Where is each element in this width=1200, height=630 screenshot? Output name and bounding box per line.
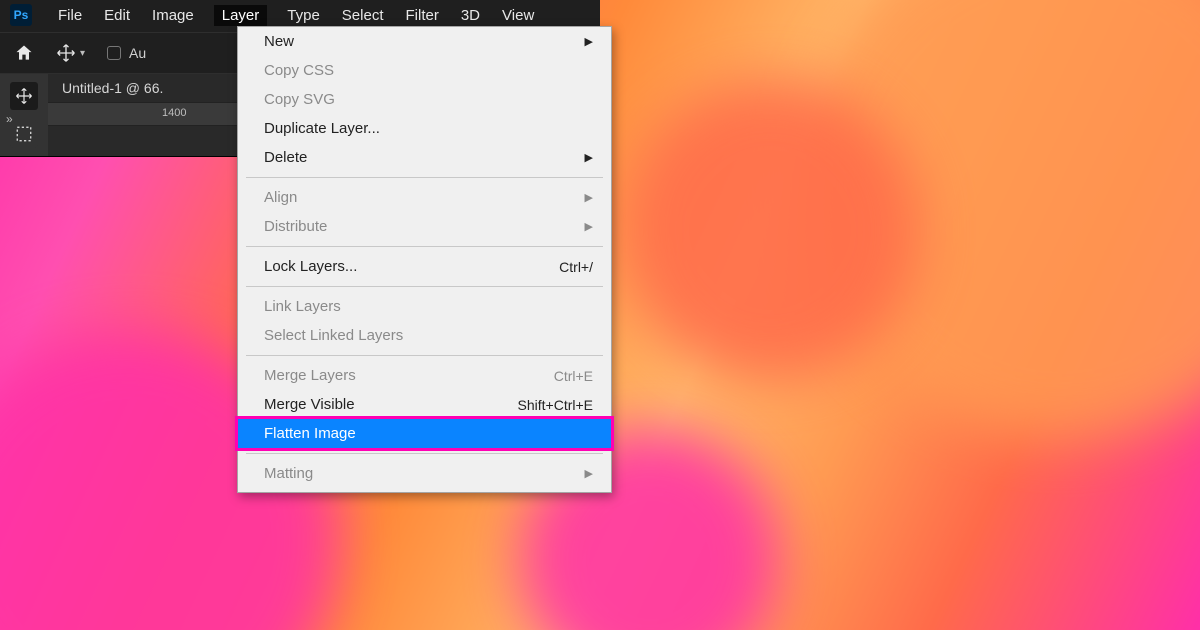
bg-blob — [620, 80, 920, 380]
move-tool-button[interactable] — [10, 82, 38, 110]
menu-separator — [246, 177, 603, 178]
menu-filter[interactable]: Filter — [404, 5, 441, 26]
menu-item-lock-layers[interactable]: Lock Layers... Ctrl+/ — [238, 252, 611, 281]
menu-image[interactable]: Image — [150, 5, 196, 26]
menu-separator — [246, 355, 603, 356]
menu-type[interactable]: Type — [285, 5, 322, 26]
menu-item-merge-layers[interactable]: Merge Layers Ctrl+E — [238, 361, 611, 390]
menu-item-link-layers[interactable]: Link Layers — [238, 292, 611, 321]
menu-item-label: Merge Visible — [264, 396, 355, 413]
menu-item-label: Copy SVG — [264, 91, 335, 108]
menu-item-label: Link Layers — [264, 298, 341, 315]
menu-layer[interactable]: Layer — [214, 5, 268, 26]
menu-separator — [246, 453, 603, 454]
auto-select-label: Au — [129, 45, 146, 61]
menu-view[interactable]: View — [500, 5, 536, 26]
menu-item-merge-visible[interactable]: Merge Visible Shift+Ctrl+E — [238, 390, 611, 419]
submenu-arrow-icon: ▶ — [585, 220, 593, 233]
menu-item-matting[interactable]: Matting ▶ — [238, 459, 611, 488]
menu-separator — [246, 246, 603, 247]
menu-item-label: New — [264, 33, 294, 50]
marquee-tool-button[interactable] — [10, 120, 38, 148]
menu-item-flatten-image[interactable]: Flatten Image — [238, 419, 611, 448]
menu-item-shortcut: Ctrl+/ — [559, 259, 593, 275]
ruler-mark: 1400 — [162, 107, 186, 119]
menu-edit[interactable]: Edit — [102, 5, 132, 26]
menu-item-label: Merge Layers — [264, 367, 356, 384]
layer-dropdown: New ▶ Copy CSS Copy SVG Duplicate Layer.… — [237, 26, 612, 493]
submenu-arrow-icon: ▶ — [585, 191, 593, 204]
submenu-arrow-icon: ▶ — [585, 467, 593, 480]
menu-item-label: Delete — [264, 149, 307, 166]
auto-select-toggle[interactable]: Au — [107, 45, 146, 61]
menu-file[interactable]: File — [56, 5, 84, 26]
expand-panels-icon[interactable]: » — [6, 112, 13, 126]
submenu-arrow-icon: ▶ — [585, 151, 593, 164]
chevron-down-icon: ▾ — [80, 48, 85, 59]
menu-item-shortcut: Shift+Ctrl+E — [518, 397, 593, 413]
checkbox-icon — [107, 46, 121, 60]
menu-item-copy-css[interactable]: Copy CSS — [238, 56, 611, 85]
submenu-arrow-icon: ▶ — [585, 35, 593, 48]
menu-item-delete[interactable]: Delete ▶ — [238, 143, 611, 172]
menu-3d[interactable]: 3D — [459, 5, 482, 26]
canvas-background: Ps File Edit Image Layer Type Select Fil… — [0, 0, 1200, 630]
menu-item-copy-svg[interactable]: Copy SVG — [238, 85, 611, 114]
menu-item-label: Copy CSS — [264, 62, 334, 79]
menu-item-label: Align — [264, 189, 297, 206]
menu-item-label: Matting — [264, 465, 313, 482]
menu-select[interactable]: Select — [340, 5, 386, 26]
menu-item-distribute[interactable]: Distribute ▶ — [238, 212, 611, 241]
menu-item-label: Select Linked Layers — [264, 327, 403, 344]
move-tool-icon[interactable]: ▾ — [56, 43, 85, 63]
app-logo-icon: Ps — [10, 4, 32, 26]
home-icon[interactable] — [14, 43, 34, 63]
menu-item-label: Duplicate Layer... — [264, 120, 380, 137]
menu-item-label: Lock Layers... — [264, 258, 357, 275]
menu-item-new[interactable]: New ▶ — [238, 27, 611, 56]
menu-item-label: Distribute — [264, 218, 327, 235]
menu-item-select-linked-layers[interactable]: Select Linked Layers — [238, 321, 611, 350]
menu-separator — [246, 286, 603, 287]
menu-item-duplicate-layer[interactable]: Duplicate Layer... — [238, 114, 611, 143]
menu-item-shortcut: Ctrl+E — [554, 368, 593, 384]
menu-item-align[interactable]: Align ▶ — [238, 183, 611, 212]
menu-item-label: Flatten Image — [264, 425, 356, 442]
